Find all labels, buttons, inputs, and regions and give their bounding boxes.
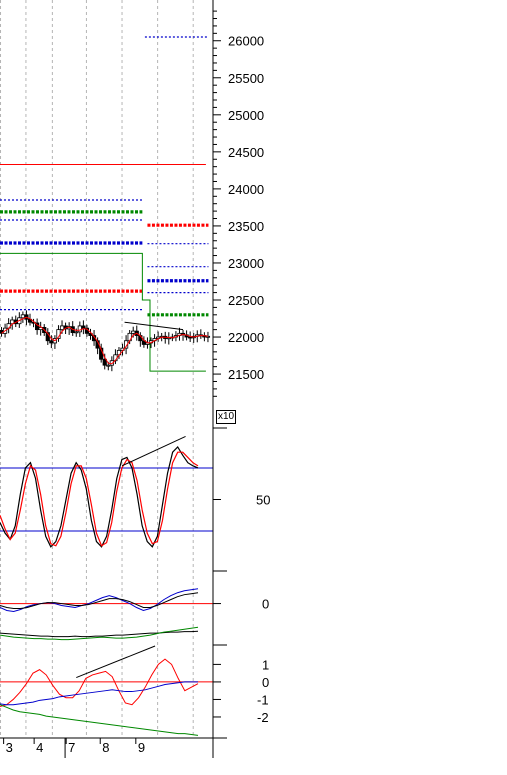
candle-body	[131, 330, 136, 334]
candle-body	[59, 325, 65, 331]
multiplier-label: x10	[216, 410, 237, 424]
indicator-panel-3	[0, 588, 213, 641]
price-tick-label: 21500	[228, 367, 264, 382]
price-tick-label: 24500	[228, 145, 264, 160]
price-tick-label: 26000	[228, 34, 264, 49]
date-label: 7	[68, 740, 75, 755]
indicator4-series-line	[0, 658, 199, 707]
candle-body	[81, 325, 86, 329]
candle-body	[77, 325, 82, 333]
price-tick-label: 25500	[228, 71, 264, 86]
axis-layer: 21500 22000 22500 23000 23500 24000 24500 25000…	[0, 0, 270, 758]
indicator4-tick-label: 1	[262, 657, 269, 672]
chart: 21500 22000 22500 23000 23500 24000 24500 25000…	[0, 0, 270, 758]
stochastic-panel	[0, 435, 213, 548]
candle-body	[106, 364, 111, 367]
price-tick-label: 22500	[228, 293, 264, 308]
price-tick-label: 24000	[228, 182, 264, 197]
stochastic-tick-label: 50	[256, 493, 270, 508]
stochastic-trendline	[121, 435, 186, 467]
date-label: 8	[102, 740, 109, 755]
price-moving-average	[1, 316, 209, 365]
price-tick-label: 23000	[228, 256, 264, 271]
price-tick-label: 25000	[228, 108, 264, 123]
stochastic-d-line	[0, 451, 199, 547]
indicator3-series-line	[0, 626, 199, 641]
indicator4-tick-label: 0	[262, 675, 269, 690]
price-tick-label: 23500	[228, 219, 264, 234]
indicator4-tick-label: -1	[257, 692, 269, 707]
indicator3-tick-label: 0	[262, 597, 269, 612]
indicator4-series-line	[0, 704, 199, 736]
price-panel	[0, 36, 211, 372]
price-tick-label: 22000	[228, 330, 264, 345]
indicator-panel-4	[0, 645, 213, 736]
candle-body	[20, 314, 25, 319]
date-label: 9	[138, 740, 145, 755]
grid-layer	[0, 0, 194, 738]
date-label: 4	[36, 740, 43, 755]
candle-body	[74, 331, 79, 334]
indicator4-series-line	[0, 681, 198, 706]
indicator4-trendline	[76, 645, 156, 679]
stochastic-k-line	[0, 445, 199, 548]
candle-body	[49, 340, 54, 344]
indicator4-tick-label: -2	[257, 710, 269, 725]
date-label: 3	[6, 740, 13, 755]
